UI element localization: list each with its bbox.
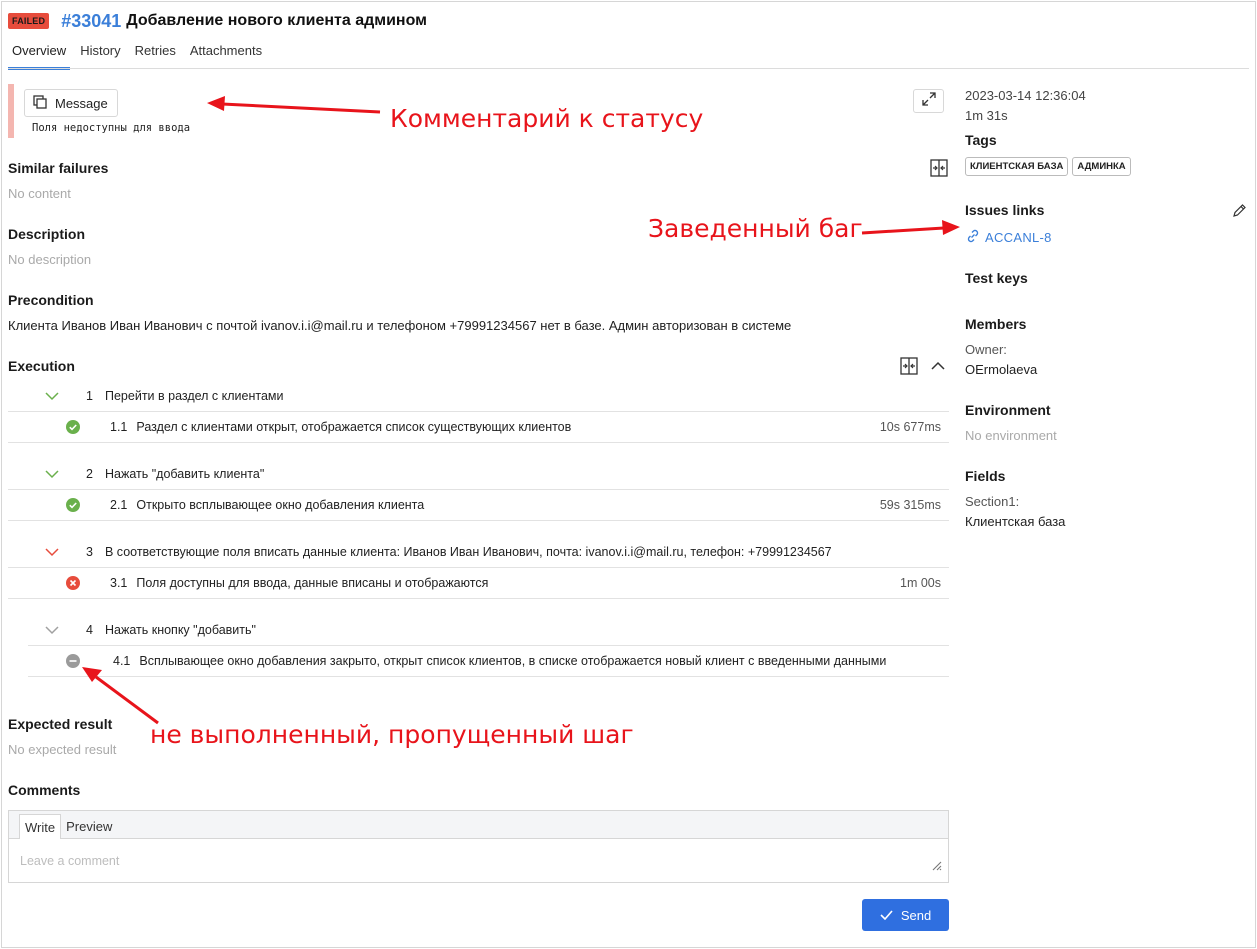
arrow-to-issue: [861, 226, 945, 235]
arrow-to-message: [221, 102, 381, 114]
annotation-arrows: [82, 96, 960, 725]
arrow-to-skipped-step: [95, 675, 159, 725]
arrowhead-message: [207, 96, 225, 111]
arrowhead-issue: [942, 220, 960, 235]
